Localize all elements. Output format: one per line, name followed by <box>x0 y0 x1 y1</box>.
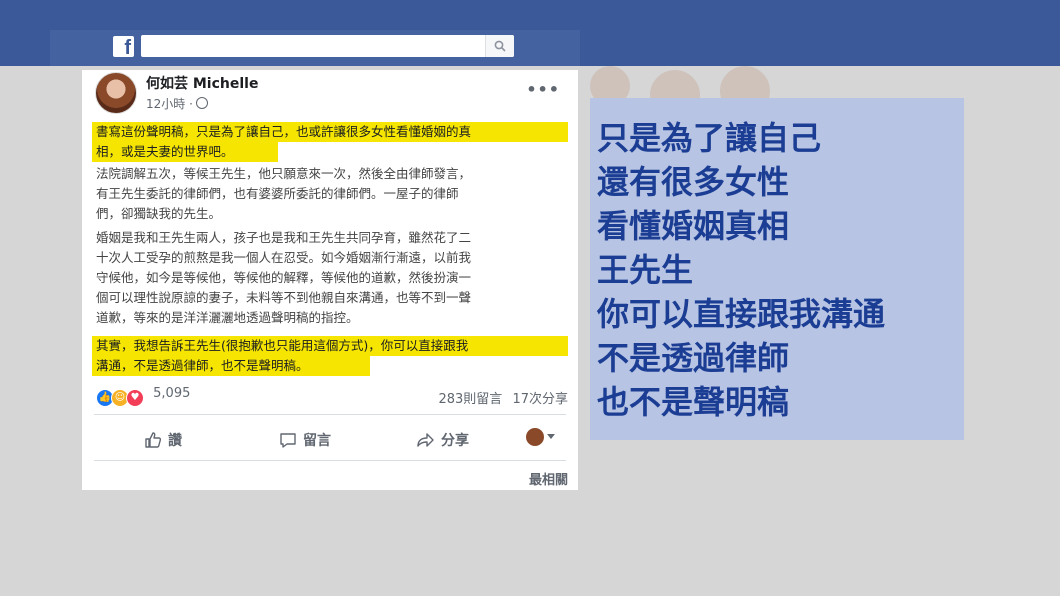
paragraph-line: 書寫這份聲明稿，只是為了讓自己，也或許讓很多女性看懂婚姻的真 <box>92 122 568 142</box>
comment-label: 留言 <box>303 433 331 449</box>
paragraph-line: 其實，我想告訴王先生(很抱歉也只能用這個方式)，你可以直接跟我 <box>92 336 568 356</box>
post-actions: 讚 留言 分享 <box>82 424 578 456</box>
paragraph-line: 十次人工受孕的煎熬是我一個人在忍受。如今婚姻漸行漸遠，以前我 <box>96 250 472 265</box>
search-icon <box>494 40 506 52</box>
comment-icon <box>280 433 296 448</box>
avatar <box>526 428 544 446</box>
post-paragraph-3: 婚姻是我和王先生兩人，孩子也是我和王先生共同孕育，雖然花了二 十次人工受孕的煎熬… <box>92 228 568 328</box>
post-author[interactable]: 何如芸 Michelle <box>146 73 258 93</box>
post-meta: 12小時 · <box>146 95 208 112</box>
audience-selector[interactable] <box>526 428 555 446</box>
paragraph-line: 守候他，如今是等候他，等候他的解釋，等候他的道歉，然後扮演一 <box>96 270 472 285</box>
divider <box>94 414 566 415</box>
caption-line: 也不是聲明稿 <box>597 383 790 421</box>
search-input[interactable] <box>141 35 514 57</box>
caption-line: 你可以直接跟我溝通 <box>597 295 886 333</box>
comment-button[interactable]: 留言 <box>279 430 331 450</box>
post-paragraph-1: 書寫這份聲明稿，只是為了讓自己，也或許讓很多女性看懂婚姻的真 相，或是夫妻的世界… <box>92 122 568 162</box>
paragraph-line: 婚姻是我和王先生兩人，孩子也是我和王先生共同孕育，雖然花了二 <box>96 230 472 245</box>
share-icon <box>417 433 434 447</box>
facebook-logo-icon[interactable]: f <box>113 36 134 57</box>
like-button[interactable]: 讚 <box>144 430 182 450</box>
post-time[interactable]: 12小時 <box>146 97 185 111</box>
thumbs-up-icon <box>145 432 162 448</box>
paragraph-line: 法院調解五次，等候王先生，他只願意來一次，然後全由律師發言， <box>96 166 472 181</box>
avatar[interactable] <box>95 72 137 114</box>
paragraph-line: 有王先生委託的律師們，也有婆婆所委託的律師們。一屋子的律師 <box>96 186 459 201</box>
caption-line: 只是為了讓自己 <box>597 119 822 157</box>
caption-line: 不是透過律師 <box>597 339 790 377</box>
reaction-summary[interactable]: 👍 ☺ ♥ 5,095 <box>96 386 190 407</box>
post-paragraph-4: 其實，我想告訴王先生(很抱歉也只能用這個方式)，你可以直接跟我 溝通，不是透過律… <box>92 336 568 376</box>
engagement-counts: 283則留言 17次分享 <box>438 388 568 407</box>
caption-line: 王先生 <box>597 251 694 289</box>
like-label: 讚 <box>168 433 182 449</box>
caption-line: 看懂婚姻真相 <box>597 207 790 245</box>
share-button[interactable]: 分享 <box>417 430 469 450</box>
comment-count[interactable]: 283則留言 <box>438 392 502 407</box>
more-icon[interactable]: ••• <box>526 80 560 99</box>
reaction-count: 5,095 <box>153 386 191 401</box>
love-reaction-icon: ♥ <box>126 389 144 407</box>
caption-box: 只是為了讓自己 還有很多女性 看懂婚姻真相 王先生 你可以直接跟我溝通 不是透過… <box>590 98 964 440</box>
chevron-down-icon <box>547 434 555 439</box>
post-paragraph-2: 法院調解五次，等候王先生，他只願意來一次，然後全由律師發言， 有王先生委託的律師… <box>92 164 568 224</box>
globe-icon <box>195 97 208 109</box>
paragraph-line: 道歉，等來的是洋洋灑灑地透過聲明稿的指控。 <box>96 310 359 325</box>
divider <box>94 460 566 461</box>
paragraph-line: 相，或是夫妻的世界吧。 <box>92 142 278 162</box>
caption-line: 還有很多女性 <box>597 163 790 201</box>
paragraph-line: 溝通，不是透過律師，也不是聲明稿。 <box>92 356 370 376</box>
share-count[interactable]: 17次分享 <box>512 392 568 407</box>
paragraph-line: 個可以理性說原諒的妻子，未料等不到他親自來溝通，也等不到一聲 <box>96 290 472 305</box>
search-button[interactable] <box>485 35 514 57</box>
share-label: 分享 <box>441 433 469 449</box>
paragraph-line: 們，卻獨缺我的先生。 <box>96 206 222 221</box>
facebook-post: 何如芸 Michelle 12小時 · ••• 書寫這份聲明稿，只是為了讓自己，… <box>82 70 578 490</box>
comment-sort-selector[interactable]: 最相關 <box>529 469 568 488</box>
